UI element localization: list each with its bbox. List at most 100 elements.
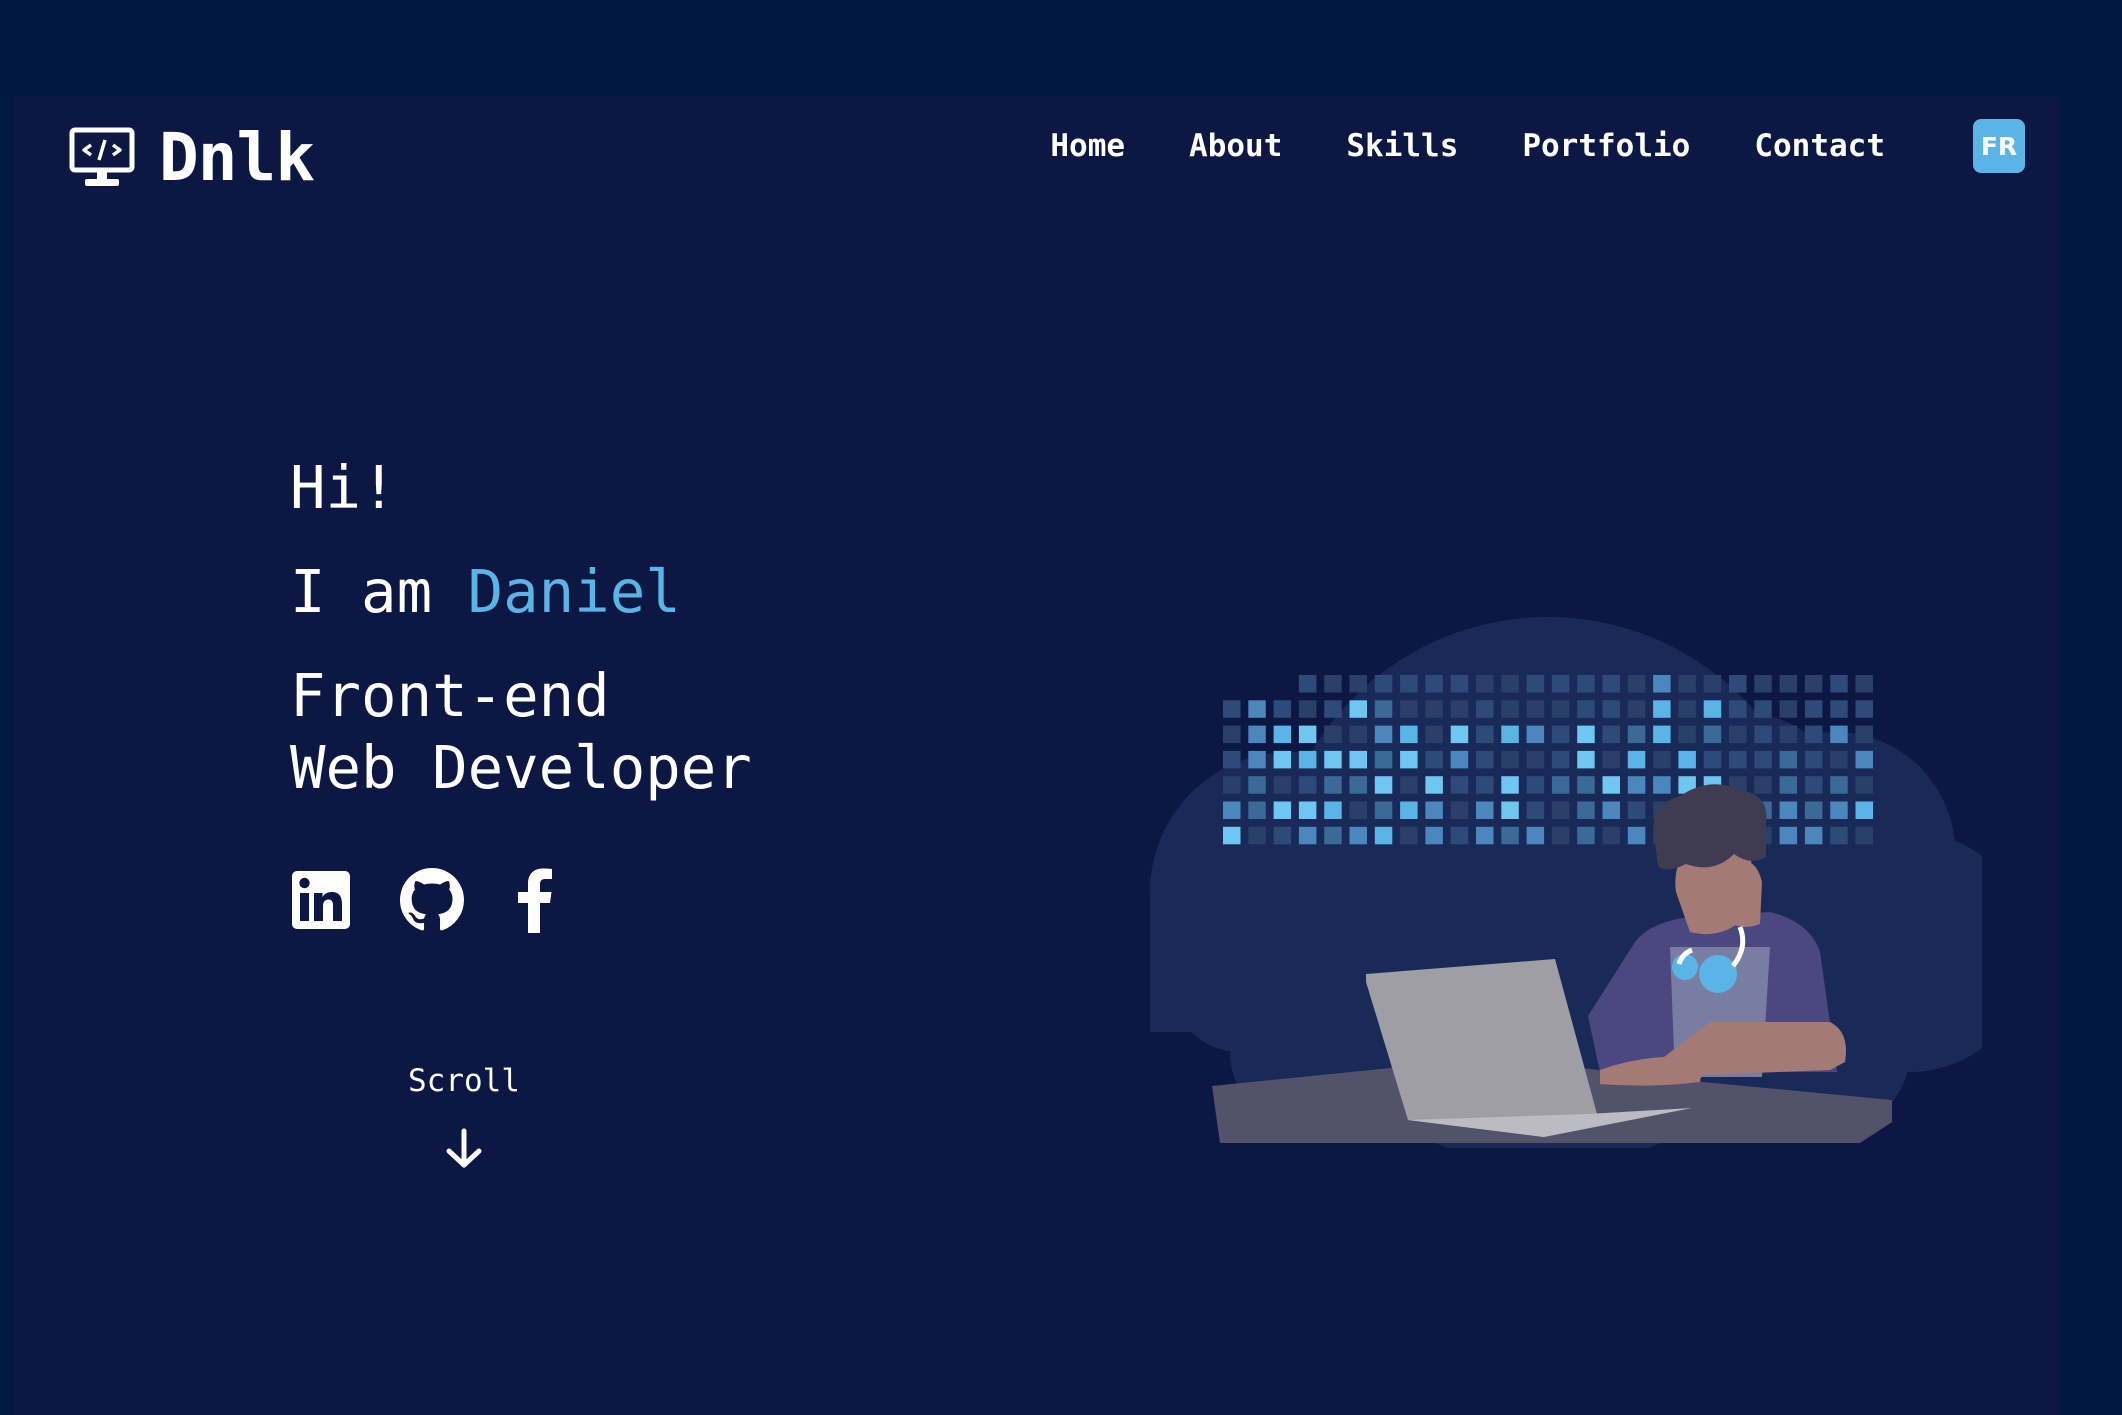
nav-about[interactable]: About [1189, 128, 1282, 164]
grid-cell [1526, 776, 1545, 794]
nav-contact[interactable]: Contact [1754, 128, 1885, 164]
grid-cell [1476, 750, 1494, 769]
grid-cell [1501, 725, 1519, 744]
grid-cell [1577, 700, 1595, 718]
grid-cell [1855, 725, 1873, 744]
grid-cell [1248, 750, 1266, 769]
grid-cell [1830, 776, 1848, 794]
grid-cell [1602, 725, 1620, 744]
grid-cell [1855, 700, 1873, 718]
grid-cell [1298, 725, 1317, 744]
grid-cell [1349, 700, 1367, 718]
grid-cell [1374, 801, 1393, 819]
grid-cell [1855, 801, 1873, 819]
grid-cell [1577, 826, 1595, 845]
grid-cell [1298, 675, 1317, 693]
grid-cell [1248, 776, 1266, 794]
grid-cell [1298, 700, 1317, 718]
grid-cell [1223, 700, 1241, 718]
grid-cell [1450, 776, 1469, 794]
grid-cell [1476, 776, 1494, 794]
grid-cell [1830, 801, 1848, 819]
scroll-label: Scroll [408, 1063, 520, 1099]
hero-greeting: Hi! [290, 453, 397, 522]
scroll-indicator[interactable]: Scroll [394, 1063, 534, 1171]
grid-cell [1248, 826, 1266, 845]
grid-cell [1627, 675, 1646, 693]
grid-cell [1374, 675, 1393, 693]
grid-cell [1324, 776, 1342, 794]
hero-intro: I am Daniel [290, 556, 752, 628]
grid-cell [1830, 675, 1848, 693]
grid-cell [1349, 776, 1367, 794]
grid-cell [1577, 801, 1595, 819]
grid-cell [1248, 700, 1266, 718]
linkedin-link[interactable] [292, 871, 350, 929]
grid-cell [1754, 776, 1772, 794]
grid-cell [1602, 826, 1620, 845]
grid-cell [1627, 801, 1646, 819]
grid-cell [1653, 750, 1671, 769]
github-link[interactable] [400, 868, 464, 932]
grid-cell [1804, 750, 1823, 769]
grid-cell [1779, 801, 1798, 819]
nav-portfolio[interactable]: Portfolio [1522, 128, 1690, 164]
grid-cell [1349, 826, 1367, 845]
grid-cell [1374, 776, 1393, 794]
grid-cell [1729, 675, 1747, 693]
monitor-code-icon [69, 127, 135, 186]
brand-name: Dnlk [159, 119, 315, 196]
grid-cell [1551, 700, 1570, 718]
grid-cell [1577, 675, 1595, 693]
grid-cell [1577, 750, 1595, 769]
grid-cell [1476, 725, 1494, 744]
grid-cell [1273, 826, 1292, 845]
grid-cell [1830, 750, 1848, 769]
grid-cell [1526, 826, 1545, 845]
grid-cell [1273, 801, 1292, 819]
grid-cell [1653, 700, 1671, 718]
language-toggle-button[interactable]: FR [1973, 119, 2025, 173]
grid-cell [1653, 675, 1671, 693]
grid-cell [1855, 750, 1873, 769]
grid-cell [1526, 725, 1545, 744]
grid-cell [1349, 750, 1367, 769]
grid-cell [1400, 826, 1418, 845]
grid-cell [1476, 700, 1494, 718]
facebook-icon [518, 868, 552, 933]
developer-illustration [1150, 617, 1982, 1148]
grid-cell [1551, 776, 1570, 794]
grid-cell [1324, 725, 1342, 744]
grid-cell [1804, 801, 1823, 819]
grid-cell [1476, 801, 1494, 819]
grid-cell [1501, 750, 1519, 769]
hero-text: Hi! I am Daniel Front-end Web Developer [290, 452, 752, 804]
grid-cell [1223, 801, 1241, 819]
grid-cell [1627, 776, 1646, 794]
grid-cell [1450, 826, 1469, 845]
facebook-link[interactable] [514, 867, 554, 933]
grid-cell [1273, 776, 1292, 794]
grid-cell [1551, 826, 1570, 845]
grid-cell [1223, 776, 1241, 794]
grid-cell [1653, 776, 1671, 794]
nav-skills[interactable]: Skills [1346, 128, 1458, 164]
grid-cell [1400, 675, 1418, 693]
grid-cell [1779, 776, 1798, 794]
grid-cell [1273, 750, 1292, 769]
grid-cell [1627, 750, 1646, 769]
grid-cell [1627, 826, 1646, 845]
grid-cell [1729, 725, 1747, 744]
grid-cell [1248, 801, 1266, 819]
grid-cell [1551, 750, 1570, 769]
grid-cell [1374, 826, 1393, 845]
grid-cell [1298, 826, 1317, 845]
grid-cell [1602, 776, 1620, 794]
grid-cell [1830, 700, 1848, 718]
grid-cell [1501, 826, 1519, 845]
grid-cell [1779, 750, 1798, 769]
grid-cell [1678, 700, 1696, 718]
nav-home[interactable]: Home [1050, 128, 1125, 164]
grid-cell [1830, 826, 1848, 845]
brand-logo[interactable]: Dnlk [69, 119, 315, 196]
